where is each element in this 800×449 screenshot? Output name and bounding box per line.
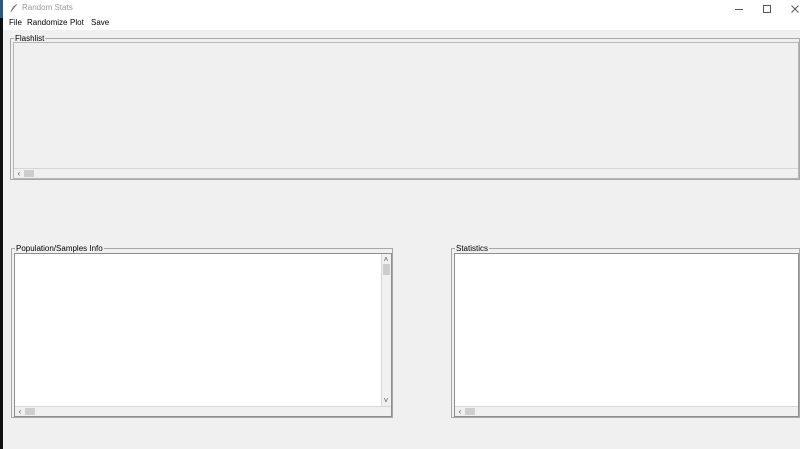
scroll-thumb[interactable] xyxy=(25,408,35,415)
close-icon xyxy=(791,4,799,13)
population-group: Population/Samples Info ˄ ˅ ‹ xyxy=(11,243,393,418)
statistics-hscrollbar[interactable]: ‹ xyxy=(455,406,798,416)
maximize-icon xyxy=(763,4,771,13)
menu-bar: File Randomize Plot Save xyxy=(3,17,800,30)
scroll-left-icon[interactable]: ‹ xyxy=(456,407,464,416)
flashlist-area[interactable]: ‹ xyxy=(13,42,799,179)
menu-plot[interactable]: Plot xyxy=(69,18,85,27)
population-hscrollbar[interactable]: ‹ xyxy=(15,406,391,416)
scroll-left-icon[interactable]: ‹ xyxy=(16,407,24,416)
menu-save[interactable]: Save xyxy=(90,18,110,27)
scroll-thumb[interactable] xyxy=(24,170,34,177)
scroll-thumb[interactable] xyxy=(383,264,390,275)
population-vscrollbar[interactable]: ˄ ˅ xyxy=(381,254,391,406)
statistics-textbox[interactable]: ‹ xyxy=(454,253,799,417)
scroll-down-icon[interactable]: ˅ xyxy=(382,396,390,405)
menu-file[interactable]: File xyxy=(8,18,23,27)
scroll-left-icon[interactable]: ‹ xyxy=(15,169,23,178)
app-window: Random Stats File Randomize Plot Save Fl… xyxy=(3,0,800,449)
feather-icon xyxy=(9,3,19,13)
flashlist-group: Flashlist ‹ xyxy=(10,33,800,180)
menu-randomize[interactable]: Randomize xyxy=(26,18,68,27)
flashlist-hscrollbar[interactable]: ‹ xyxy=(14,168,798,178)
scroll-up-icon[interactable]: ˄ xyxy=(382,255,390,264)
scroll-thumb[interactable] xyxy=(465,408,475,415)
population-textbox[interactable]: ˄ ˅ ‹ xyxy=(14,253,392,417)
statistics-group: Statistics ‹ xyxy=(451,243,800,418)
close-button[interactable] xyxy=(781,0,800,17)
minimize-icon xyxy=(735,8,743,10)
title-bar[interactable]: Random Stats xyxy=(3,0,800,17)
window-title: Random Stats xyxy=(22,3,73,12)
maximize-button[interactable] xyxy=(753,0,781,17)
minimize-button[interactable] xyxy=(725,0,753,17)
